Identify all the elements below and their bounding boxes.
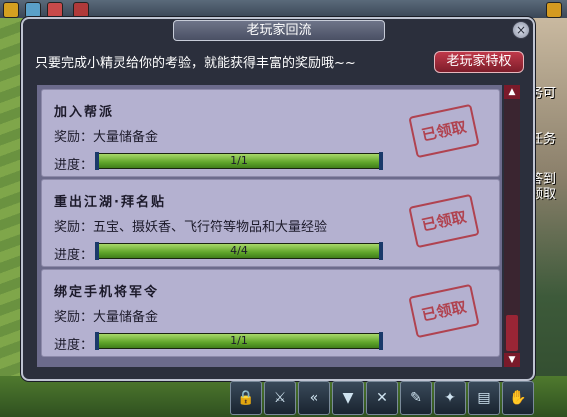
progress-bar: 1/1 (95, 152, 383, 170)
lock-icon[interactable]: 🔒 (230, 381, 262, 415)
calendar-icon[interactable] (73, 2, 89, 18)
task-card: 加入帮派 奖励：大量储备金 进度： 1/1 已领取 (41, 89, 500, 177)
dialog-title: 老玩家回流 (173, 20, 385, 41)
top-status-bar (0, 0, 567, 18)
sword-icon[interactable]: ⚔ (264, 381, 296, 415)
progress-text: 1/1 (230, 334, 248, 347)
task-reward: 奖励：大量储备金 (54, 310, 159, 325)
progress-label: 进度： (54, 338, 94, 353)
task-title: 绑定手机将军令 (54, 285, 160, 300)
swords-icon[interactable]: ✕ (366, 381, 398, 415)
task-title: 加入帮派 (54, 105, 115, 120)
hand-icon[interactable]: ✋ (502, 381, 534, 415)
intro-text: 只要完成小精灵给你的考验，就能获得丰富的奖励哦~~ (35, 56, 356, 71)
task-card: 绑定手机将军令 奖励：大量储备金 进度： 1/1 已领取 (41, 269, 500, 357)
map-icon[interactable] (25, 2, 41, 18)
double-arrow-icon[interactable]: « (298, 381, 330, 415)
claimed-stamp: 已领取 (408, 103, 480, 159)
progress-bar: 1/1 (95, 332, 383, 350)
scroll-up-button[interactable]: ▲ (504, 85, 520, 99)
task-title: 重出江湖·拜名贴 (54, 195, 166, 210)
task-list: 加入帮派 奖励：大量储备金 进度： 1/1 已领取 重出江湖·拜名贴 奖励：五宝… (37, 85, 502, 367)
progress-text: 4/4 (230, 244, 248, 257)
progress-text: 1/1 (230, 154, 248, 167)
task-reward: 奖励：大量储备金 (54, 130, 159, 145)
bottom-toolbar: 🔒 ⚔ « ▼ ✕ ✎ ✦ ▤ ✋ (230, 381, 534, 415)
task-reward: 奖励：五宝、摄妖香、飞行符等物品和大量经验 (54, 220, 328, 235)
scroll-icon[interactable]: ✎ (400, 381, 432, 415)
progress-label: 进度： (54, 248, 94, 263)
map-icon[interactable]: ▤ (468, 381, 500, 415)
veteran-privilege-button[interactable]: 老玩家特权 (434, 51, 524, 73)
skill-icon[interactable]: ✦ (434, 381, 466, 415)
task-card: 重出江湖·拜名贴 奖励：五宝、摄妖香、飞行符等物品和大量经验 进度： 4/4 已… (41, 179, 500, 267)
close-button[interactable]: × (512, 21, 530, 39)
claimed-stamp: 已领取 (408, 193, 480, 249)
scrollbar[interactable]: ▲ ▼ (504, 85, 520, 367)
veteran-return-dialog: 老玩家回流 × 只要完成小精灵给你的考验，就能获得丰富的奖励哦~~ 老玩家特权 … (21, 17, 535, 381)
inventory-icon[interactable] (546, 2, 562, 18)
scroll-thumb[interactable] (506, 315, 518, 351)
claimed-stamp: 已领取 (408, 283, 480, 339)
compass-icon[interactable] (3, 2, 19, 18)
mail-icon[interactable] (47, 2, 63, 18)
bag-icon[interactable]: ▼ (332, 381, 364, 415)
scroll-down-button[interactable]: ▼ (504, 353, 520, 367)
progress-label: 进度： (54, 158, 94, 173)
progress-bar: 4/4 (95, 242, 383, 260)
